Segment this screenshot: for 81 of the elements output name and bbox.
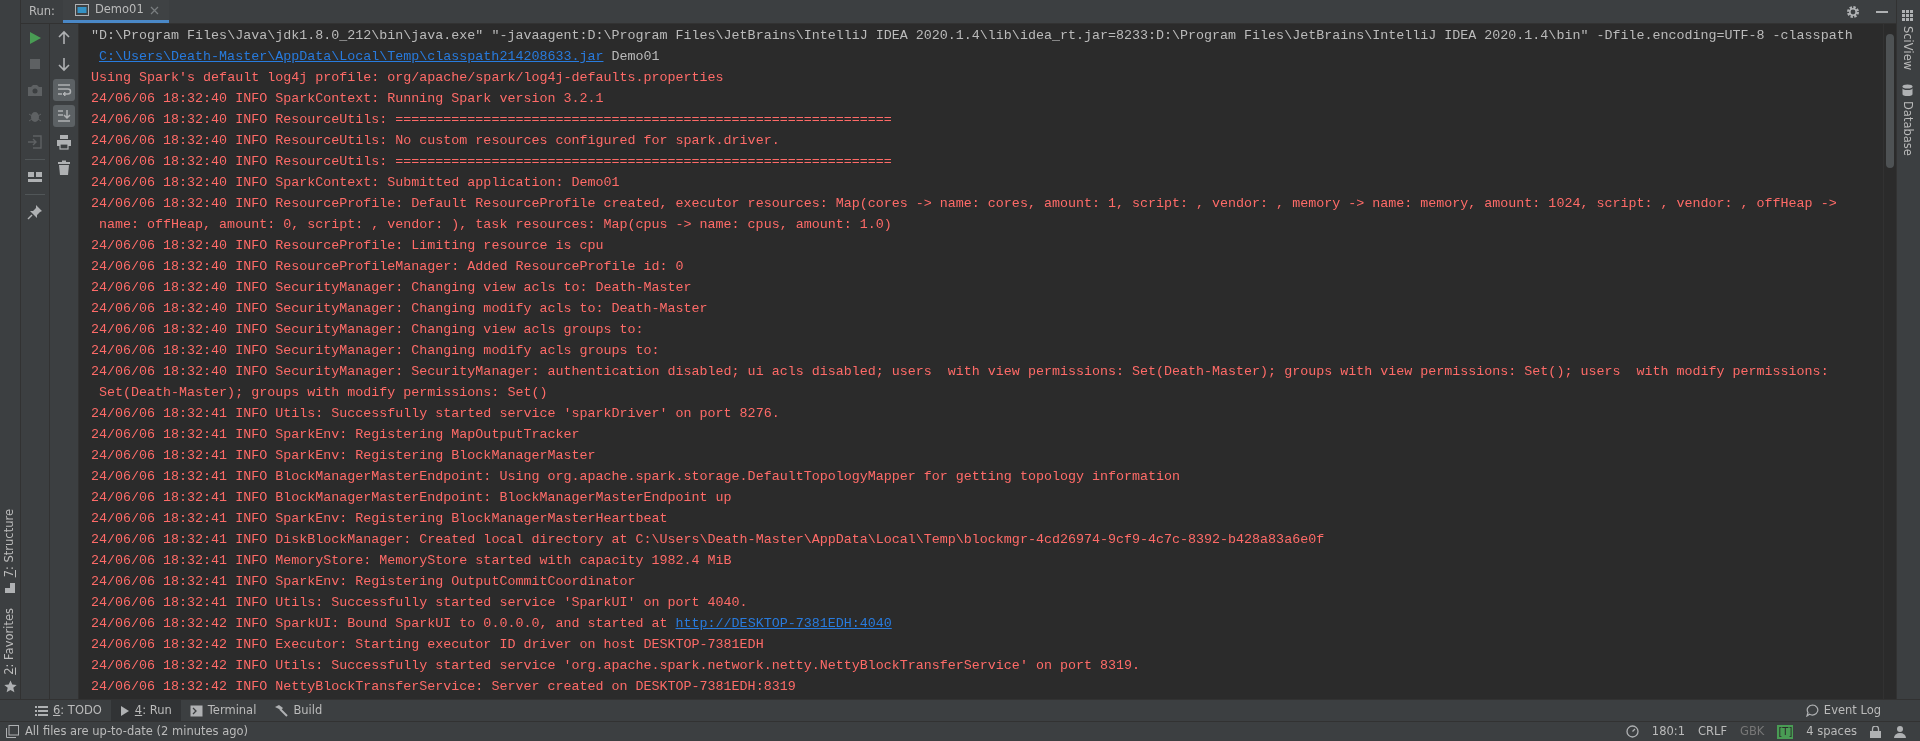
- log-text: 24/06/06 18:32:41 INFO DiskBlockManager: Created local directory at C:\Users\Death-Master\AppData\Local\Temp\blockmgr-4cd26974-9cf9-4c7c-8392-b428a83a6e0f: [91, 531, 1325, 549]
- command-text: Demo01: [610, 48, 660, 66]
- panel-label: Run:: [28, 2, 56, 20]
- star-icon: [3, 680, 17, 693]
- log-text: 24/06/06 18:32:40 INFO ResourceProfileManager: Added ResourceProfile id: 0: [91, 258, 684, 276]
- wrap-icon: [56, 82, 72, 98]
- log-text: 24/06/06 18:32:41 INFO BlockManagerMasterEndpoint: Using org.apache.spark.storage.DefaultTopologyMapper for getting topology information: [91, 468, 1181, 486]
- hammer-icon: [274, 704, 289, 717]
- log-text: Using Spark's default log4j profile: org/apache/spark/log4j-defaults.properties: [91, 69, 724, 87]
- log-text: 24/06/06 18:32:42 INFO Executor: Starting executor ID driver on host DESKTOP-7381EDH: [91, 636, 764, 654]
- log-text: 24/06/06 18:32:42 INFO NettyBlockTransferService: Server created on DESKTOP-7381EDH:8319: [91, 678, 796, 696]
- toolbar-button[interactable]: [53, 105, 75, 127]
- log-text: 24/06/06 18:32:40 INFO SparkContext: Submitted application: Demo01: [91, 174, 620, 192]
- log-text: 24/06/06 18:32:40 INFO SparkContext: Running Spark version 3.2.1: [91, 90, 604, 108]
- tool-window-tab[interactable]: 4: Run: [110, 700, 181, 721]
- log-text: 24/06/06 18:32:40 INFO ResourceUtils: ==============================================================: [91, 111, 892, 129]
- log-text: 24/06/06 18:32:40 INFO SecurityManager: Changing view acls groups to:: [91, 321, 645, 339]
- pin-icon: [27, 204, 43, 220]
- trash-icon: [56, 160, 72, 176]
- log-text: Set(Death-Master); groups with modify permissions: Set(): [99, 384, 548, 402]
- exit-icon: [27, 134, 43, 150]
- run-icon: [27, 30, 43, 46]
- log-text: 24/06/06 18:32:41 INFO SparkEnv: Registering BlockManagerMasterHeartbeat: [91, 510, 668, 528]
- scrollbar-thumb[interactable]: [1886, 34, 1894, 168]
- log-text: 24/06/06 18:32:40 INFO ResourceUtils: No custom resources configured for spark.driver.: [91, 132, 780, 150]
- log-text: 24/06/06 18:32:41 INFO SparkEnv: Registering MapOutputTracker: [91, 426, 580, 444]
- lock-icon: [1870, 725, 1881, 738]
- tool-window-tab[interactable]: 6: TODO: [26, 700, 111, 721]
- log-text: 24/06/06 18:32:40 INFO SecurityManager: Changing view acls to: Death-Master: [91, 279, 692, 297]
- console-icon: [74, 4, 89, 16]
- log-text: 24/06/06 18:32:41 INFO Utils: Successfully started service 'SparkUI' on port 4040.: [91, 594, 748, 612]
- command-text: "D:\Program Files\Java\jdk1.8.0_212\bin\java.exe" "-javaagent:D:\Program Files\JetBrains\IntelliJ IDEA 2020.1.4\lib\idea_rt.jar=8233:D:\Program Files\JetBrains\IntelliJ IDEA 2020.1.4\bin" -Dfile.encoding=UTF-8 -classpath: [91, 27, 1853, 45]
- window-icon: [6, 725, 19, 738]
- log-text: 24/06/06 18:32:40 INFO ResourceProfile: Limiting resource is cpu: [91, 237, 604, 255]
- up-arrow-icon: [56, 30, 72, 46]
- event-log-button[interactable]: Event Log: [1796, 700, 1890, 721]
- tool-window-tab[interactable]: Build: [265, 700, 332, 721]
- person-icon: [1894, 725, 1906, 738]
- indent-badge[interactable]: [T]: [1777, 724, 1794, 739]
- log-text: 24/06/06 18:32:41 INFO SparkEnv: Registering BlockManagerMaster: [91, 447, 596, 465]
- clock-icon: [1625, 725, 1639, 738]
- toolbar-button[interactable]: [53, 79, 75, 101]
- tool-window-button[interactable]: SciView: [1897, 10, 1917, 71]
- console-link[interactable]: http://DESKTOP-7381EDH:4040: [675, 613, 892, 634]
- log-text: 24/06/06 18:32:42 INFO Utils: Successfully started service 'org.apache.spark.network.netty.NettyBlockTransferService' on port 8319.: [91, 657, 1140, 675]
- tool-window-tab[interactable]: Terminal: [180, 700, 266, 721]
- scroll-end-icon: [56, 108, 72, 124]
- structure-icon: [4, 582, 16, 595]
- log-text: 24/06/06 18:32:40 INFO SecurityManager: Changing modify acls to: Death-Master: [91, 300, 708, 318]
- status-item[interactable]: 180:1: [1651, 722, 1685, 741]
- stop-icon: [27, 56, 43, 72]
- print-icon: [56, 134, 72, 150]
- close-icon: [149, 5, 159, 15]
- tool-window-button[interactable]: 2: Favorites: [0, 608, 20, 693]
- log-text: 24/06/06 18:32:40 INFO SecurityManager: Changing modify acls groups to:: [91, 342, 661, 360]
- log-text: 24/06/06 18:32:40 INFO ResourceProfile: Default ResourceProfile created, executor resources: Map(cores -> name: cores, amount: 1, script: , vendor: , memory -> name: memory, amount: 1024, script: , vendor: , offHeap ->: [91, 195, 1837, 213]
- camera-icon: [27, 82, 43, 98]
- log-text: 24/06/06 18:32:40 INFO SecurityManager: SecurityManager: authentication disabled; ui acls disabled; users with view permissions: Set(Death-Master); groups with view permissions: Set(); users with modify permissions:: [91, 363, 1829, 381]
- tool-window-button[interactable]: Database: [1897, 84, 1917, 156]
- settings-icon: [1846, 4, 1860, 19]
- grid-icon: [1901, 10, 1913, 21]
- scrollbar[interactable]: [1883, 24, 1896, 699]
- speech-bubble-icon: [1805, 704, 1819, 717]
- status-message: All files are up-to-date (2 minutes ago): [25, 722, 249, 740]
- status-item[interactable]: 4 spaces: [1806, 722, 1857, 741]
- log-text: 24/06/06 18:32:41 INFO MemoryStore: MemoryStore started with capacity 1982.4 MiB: [91, 552, 732, 570]
- list-icon: [35, 704, 48, 717]
- status-item[interactable]: CRLF: [1698, 722, 1728, 741]
- play-icon: [119, 704, 130, 717]
- log-text: 24/06/06 18:32:41 INFO BlockManagerMasterEndpoint: BlockManagerMasterEndpoint up: [91, 489, 732, 507]
- down-arrow-icon: [56, 56, 72, 72]
- layout-icon: [27, 169, 43, 185]
- log-text: name: offHeap, amount: 0, script: , vendor: ), task resources: Map(cpus -> name: cpus, amount: 1.0): [99, 216, 892, 234]
- database-icon: [1901, 84, 1913, 97]
- console-link[interactable]: C:\Users\Death-Master\AppData\Local\Temp\classpath214208633.jar: [99, 46, 604, 67]
- log-text: 24/06/06 18:32:41 INFO SparkEnv: Registering OutputCommitCoordinator: [91, 573, 636, 591]
- tool-window-button[interactable]: 7: Structure: [0, 508, 20, 595]
- log-text: 24/06/06 18:32:42 INFO SparkUI: Bound SparkUI to 0.0.0.0, and started at: [91, 615, 669, 633]
- log-text: 24/06/06 18:32:41 INFO Utils: Successfully started service 'sparkDriver' on port 8276.: [91, 405, 780, 423]
- log-text: 24/06/06 18:32:40 INFO ResourceUtils: ==============================================================: [91, 153, 892, 171]
- terminal-icon: [189, 704, 203, 717]
